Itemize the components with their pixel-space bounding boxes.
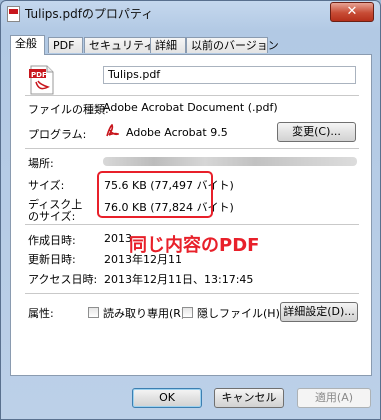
size-label: サイズ: — [28, 179, 65, 192]
highlight-box — [97, 171, 213, 218]
accessed-value: 2013年12月11日、13:17:45 — [104, 273, 254, 286]
close-button[interactable]: ✕ — [330, 2, 374, 22]
pdf-badge-text: PDF — [31, 71, 47, 79]
divider — [25, 148, 359, 149]
type-label: ファイルの種類: — [28, 103, 109, 116]
type-value: Adobe Acrobat Document (.pdf) — [103, 101, 278, 114]
tab-previous-versions[interactable]: 以前のバージョン — [186, 37, 279, 53]
tab-details[interactable]: 詳細 — [150, 37, 186, 53]
ok-button[interactable]: OK — [132, 388, 202, 408]
tab-general[interactable]: 全般 — [10, 35, 45, 55]
cancel-button[interactable]: キャンセル — [214, 388, 284, 408]
divider — [25, 95, 359, 96]
general-panel: PDF Tulips.pdf ファイルの種類: Adobe Acrobat Do… — [10, 54, 372, 376]
change-button[interactable]: 変更(C)... — [277, 122, 356, 142]
properties-window: Tulips.pdfのプロパティ ✕ 全般 PDF セキュリティ 詳細 以前のバ… — [0, 0, 381, 420]
divider — [25, 293, 359, 294]
location-value-blurred — [103, 157, 357, 166]
program-label: プログラム: — [28, 128, 87, 141]
annotation-text: 同じ内容のPDF — [129, 235, 260, 256]
created-label: 作成日時: — [28, 234, 76, 247]
file-name-field[interactable]: Tulips.pdf — [103, 66, 356, 84]
program-value: Adobe Acrobat 9.5 — [126, 126, 228, 139]
divider — [25, 224, 359, 225]
tab-pdf[interactable]: PDF — [48, 37, 83, 53]
hidden-checkbox[interactable] — [182, 307, 193, 318]
accessed-label: アクセス日時: — [28, 273, 98, 286]
apply-button[interactable]: 適用(A) — [297, 388, 371, 408]
pdf-document-icon: PDF — [29, 65, 55, 98]
created-value: 2013 — [104, 232, 132, 245]
location-label: 場所: — [28, 157, 54, 170]
title-bar[interactable]: Tulips.pdfのプロパティ ✕ — [1, 1, 380, 25]
pdf-file-icon — [7, 6, 20, 22]
hidden-label[interactable]: 隠しファイル(H) — [197, 305, 280, 321]
readonly-checkbox[interactable] — [88, 307, 99, 318]
readonly-label[interactable]: 読み取り専用(R) — [103, 305, 185, 321]
tab-bar: 全般 PDF セキュリティ 詳細 以前のバージョン — [10, 35, 370, 55]
window-title: Tulips.pdfのプロパティ — [25, 7, 154, 21]
size-on-disk-label-2: のサイズ: — [28, 210, 76, 223]
acrobat-icon — [105, 123, 121, 141]
attributes-label: 属性: — [28, 307, 54, 320]
advanced-button[interactable]: 詳細設定(D)... — [280, 302, 358, 322]
tab-security[interactable]: セキュリティ — [84, 37, 154, 53]
modified-label: 更新日時: — [28, 253, 76, 266]
